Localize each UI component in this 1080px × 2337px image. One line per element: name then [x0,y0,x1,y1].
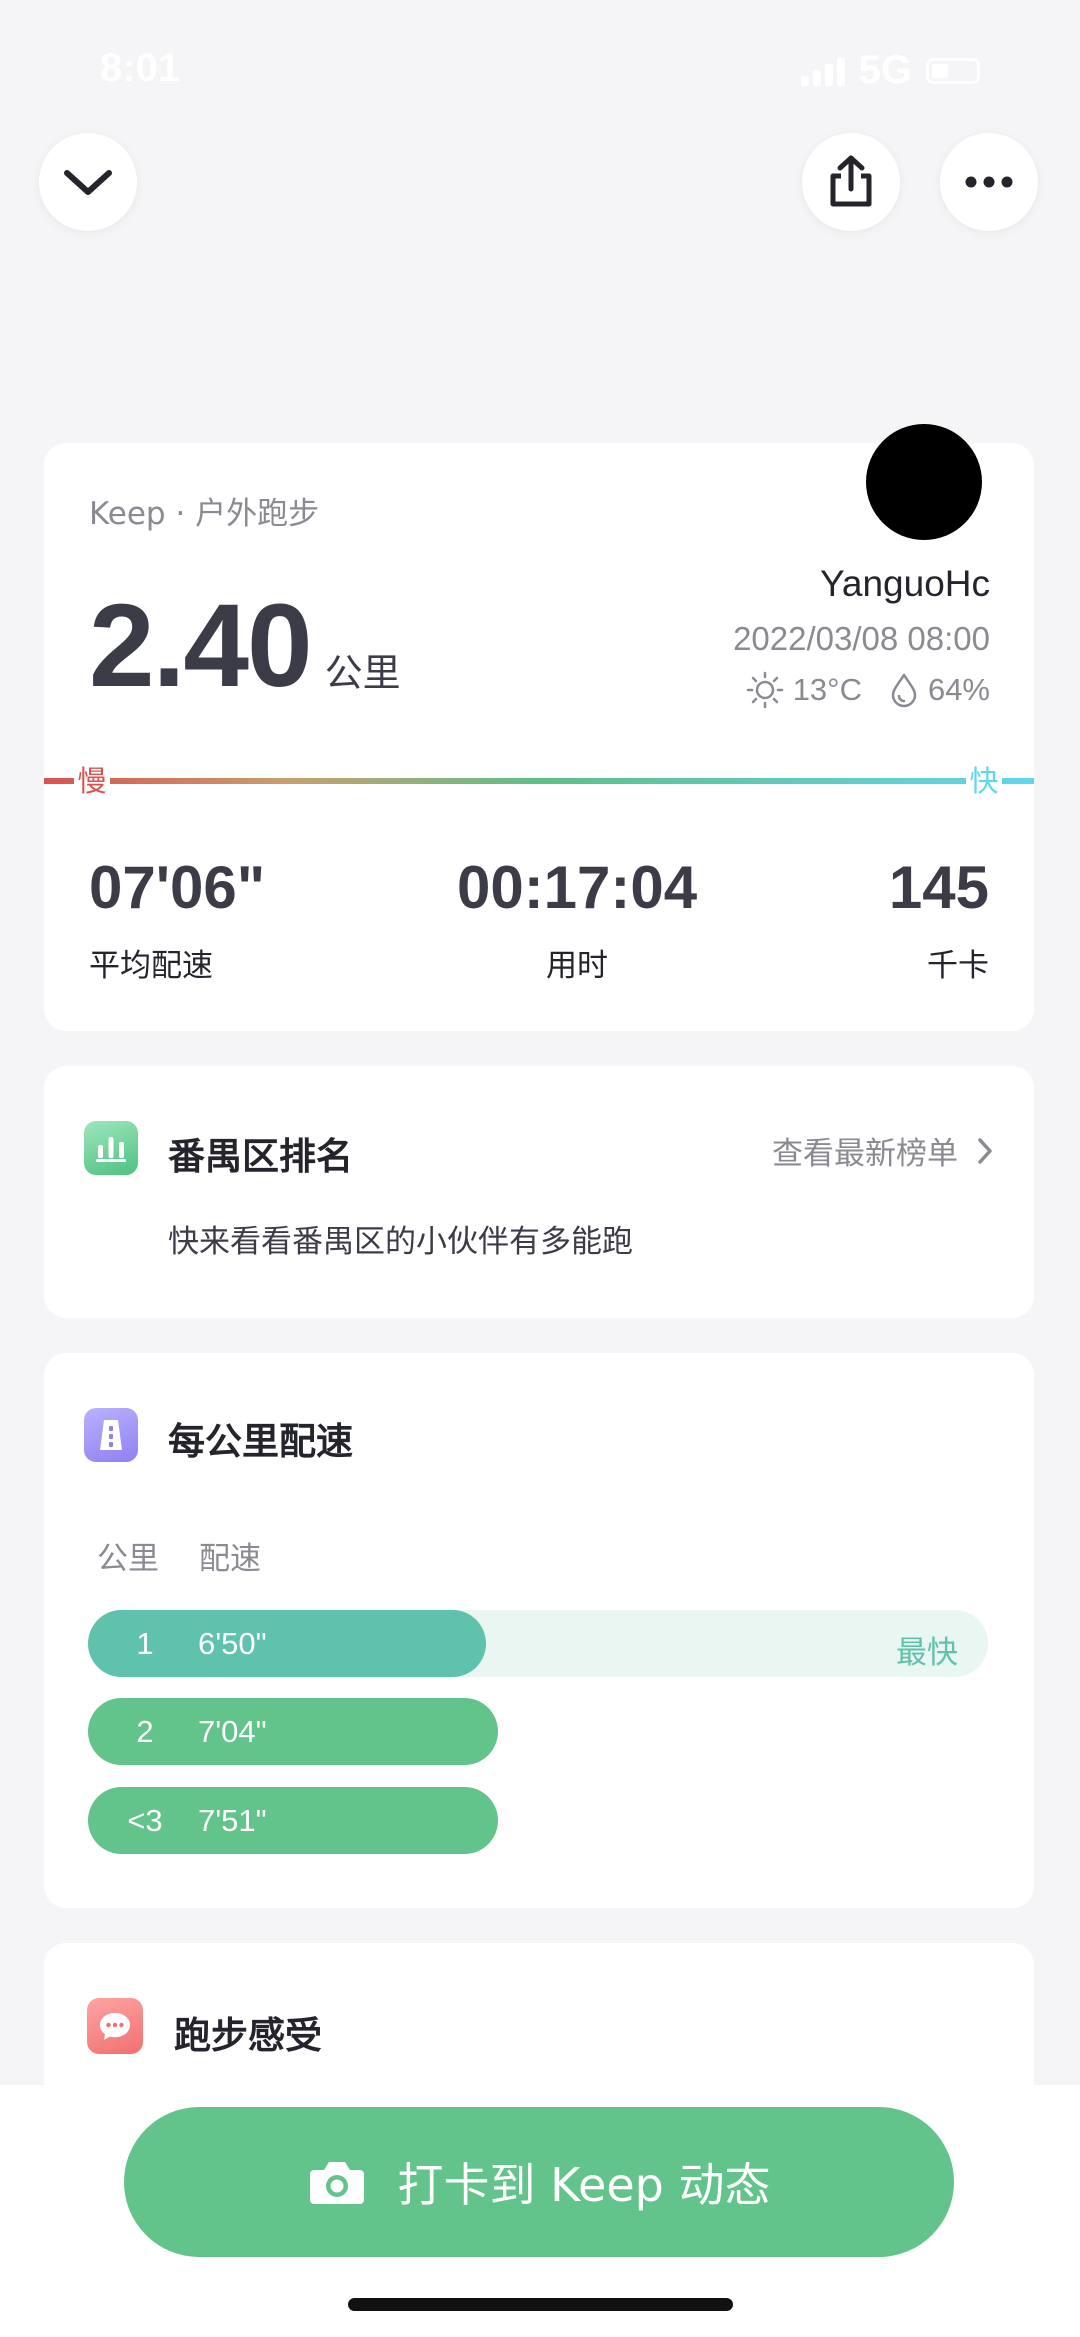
activity-source: Keep · 户外跑步 [89,496,320,532]
split-bar: 2 7'04" [88,1698,498,1765]
camera-icon [309,2162,364,2204]
bottom-bar: 打卡到 Keep 动态 [0,2085,1080,2337]
feeling-title: 跑步感受 [174,2014,322,2057]
checkin-button[interactable]: 打卡到 Keep 动态 [124,2107,954,2257]
distance-value: 2.40 [89,580,313,712]
network-type: 5G [858,48,912,92]
pace-icon [84,1408,138,1462]
split-bar: <3 7'51" [88,1787,498,1854]
slow-label: 慢 [74,765,110,797]
distance-unit: 公里 [324,651,401,695]
run-summary-card: Keep · 户外跑步 2.40 公里 YanguoHc 2022/03/08 … [44,424,1034,1031]
weather-row: 13°C 64% [745,670,990,710]
username: YanguoHc [819,563,990,604]
split-km: 2 [136,1713,154,1749]
ranking-title: 番禺区排名 [168,1135,353,1178]
ranking-description: 快来看看番禺区的小伙伴有多能跑 [168,1224,633,1260]
battery-icon [926,57,980,84]
col-pace-header: 配速 [199,1541,261,1577]
run-datetime: 2022/03/08 08:00 [733,620,990,657]
chevron-down-icon [64,170,112,195]
split-pace: 7'51" [198,1802,267,1838]
col-km-header: 公里 [97,1541,159,1577]
home-indicator [348,2298,733,2311]
more-button[interactable] [940,133,1038,231]
fastest-label: 最快 [896,1635,958,1671]
chat-bubble-icon [87,1998,143,2054]
temperature: 13°C [792,672,862,707]
humidity-icon [891,673,917,708]
distance-block: 2.40 公里 [89,578,401,714]
stat-value: 00:17:04 [456,854,698,921]
sun-icon [746,671,783,709]
stat-calories: 145 千卡 [889,853,989,985]
stats-row: 07'06" 平均配速 00:17:04 用时 145 千卡 [89,853,989,985]
status-bar: 8:01 5G [0,0,1080,130]
view-ranking-link[interactable]: 查看最新榜单 [772,1128,994,1173]
stat-label: 千卡 [927,948,989,984]
stat-duration: 00:17:04 用时 [457,853,697,985]
more-icon [965,176,1013,188]
fast-label: 快 [966,765,1002,797]
chevron-right-icon [978,1137,992,1164]
split-bar: 1 6'50" [88,1610,486,1677]
status-right: 5G [800,48,980,93]
stat-value: 07'06" [89,854,266,921]
split-pace: 7'04" [198,1713,267,1749]
stat-avg-pace: 07'06" 平均配速 [89,853,265,985]
pace-gradient-bar [44,778,1034,784]
split-row: 2 7'04" [88,1698,988,1765]
view-ranking-label: 查看最新榜单 [772,1136,958,1172]
ranking-card[interactable]: 番禺区排名 查看最新榜单 快来看看番禺区的小伙伴有多能跑 [44,1066,1034,1318]
split-pace: 6'50" [198,1625,267,1661]
stat-label: 平均配速 [89,948,213,984]
status-time: 8:01 [100,46,181,90]
signal-icon [800,56,845,86]
checkin-label: 打卡到 Keep 动态 [397,2158,771,2212]
split-row: 1 6'50" 最快 [88,1610,988,1677]
split-km: 1 [136,1625,154,1661]
split-km: <3 [127,1802,163,1838]
share-icon [830,155,872,207]
avatar[interactable] [866,424,982,540]
humidity: 64% [927,672,990,707]
splits-card: 每公里配速 公里 配速 1 6'50" 最快 2 7'04" <3 7'51" [44,1353,1034,1908]
split-row: <3 7'51" [88,1787,988,1854]
stat-value: 145 [888,854,989,921]
collapse-button[interactable] [39,133,137,231]
stat-label: 用时 [546,948,609,984]
splits-title: 每公里配速 [168,1420,353,1463]
ranking-icon [84,1121,138,1175]
share-button[interactable] [802,133,900,231]
